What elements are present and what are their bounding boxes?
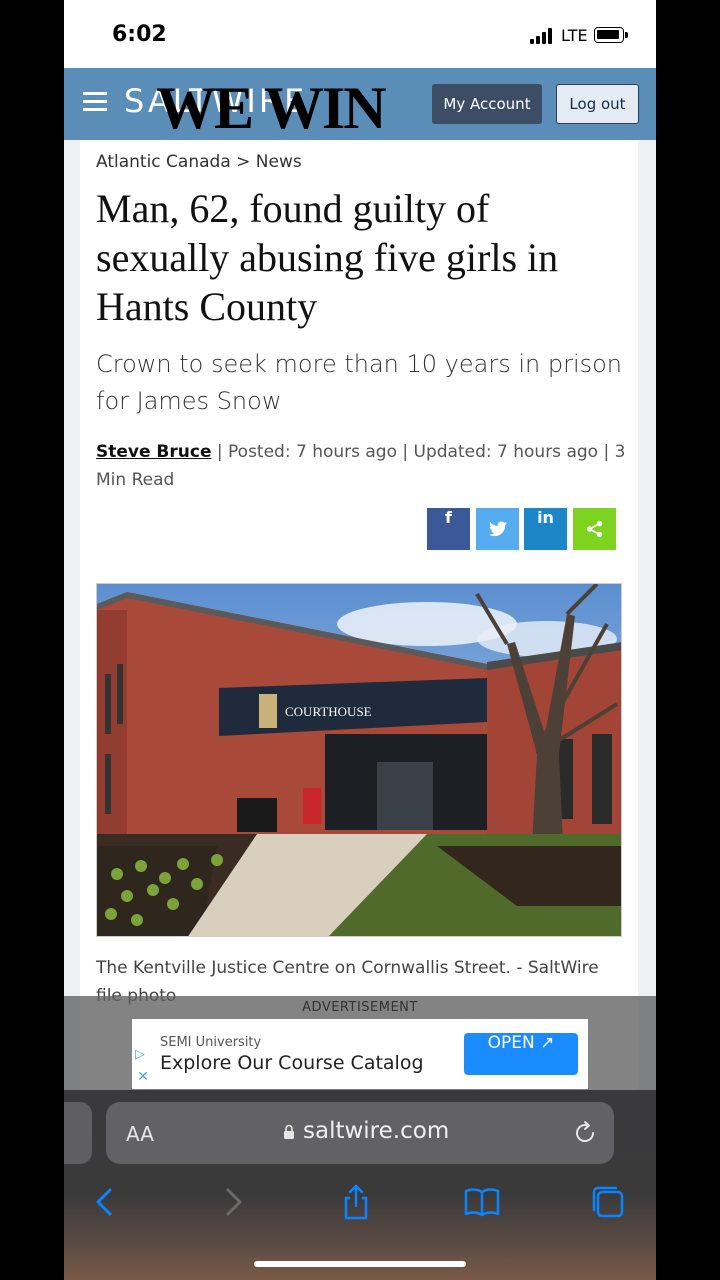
- article-photo[interactable]: COURTHOUSE: [96, 583, 622, 937]
- bookmarks-icon[interactable]: [462, 1182, 502, 1222]
- home-indicator: [254, 1261, 466, 1267]
- facebook-share-button[interactable]: f: [427, 508, 470, 550]
- previous-tab-preview[interactable]: [64, 1102, 92, 1164]
- article-card: Atlantic Canada > News Man, 62, found gu…: [80, 140, 638, 1140]
- ad-sponsor: SEMI University: [160, 1035, 262, 1050]
- status-time: 6:02: [112, 22, 167, 47]
- share-buttons: f in: [427, 508, 617, 550]
- article-headline: Man, 62, found guilty of sexually abusin…: [96, 186, 559, 329]
- ad-open-button[interactable]: OPEN ↗: [464, 1033, 578, 1075]
- author-link[interactable]: Steve Bruce: [96, 442, 211, 462]
- address-bar[interactable]: AA saltwire.com: [106, 1102, 614, 1164]
- twitter-icon: [488, 521, 507, 537]
- overlay-caption: WE WIN: [156, 75, 387, 141]
- lock-icon: [284, 1124, 294, 1139]
- tabs-icon[interactable]: [588, 1182, 628, 1222]
- signal-icon: [530, 28, 552, 44]
- linkedin-icon: in: [537, 508, 554, 527]
- courthouse-photo: COURTHOUSE: [97, 584, 621, 936]
- logout-button[interactable]: Log out: [556, 84, 639, 124]
- breadcrumb[interactable]: Atlantic Canada > News: [96, 152, 302, 172]
- forward-icon[interactable]: [212, 1182, 252, 1222]
- byline: Steve Bruce | Posted: 7 hours ago | Upda…: [96, 438, 626, 494]
- share-more-button[interactable]: [573, 508, 616, 550]
- adchoices-icon[interactable]: ▷: [135, 1047, 151, 1063]
- network-label: LTE: [561, 26, 588, 45]
- facebook-icon: f: [445, 508, 452, 527]
- svg-text:COURTHOUSE: COURTHOUSE: [285, 704, 372, 719]
- battery-icon: [594, 27, 628, 43]
- ad-banner[interactable]: ▷ ✕ SEMI University Explore Our Course C…: [132, 1019, 588, 1089]
- phone-screen: 6:02 LTE SALTWIRE My Account Log out WE …: [64, 0, 656, 1280]
- menu-icon[interactable]: [83, 92, 107, 112]
- twitter-share-button[interactable]: [476, 508, 519, 550]
- status-bar: 6:02 LTE: [64, 0, 656, 68]
- ad-label: ADVERTISEMENT: [302, 1000, 418, 1015]
- back-icon[interactable]: [86, 1182, 126, 1222]
- url-text[interactable]: saltwire.com: [303, 1118, 449, 1144]
- site-header: SALTWIRE My Account Log out WE WIN: [64, 68, 656, 140]
- share-icon[interactable]: [336, 1182, 376, 1222]
- browser-toolbar: AA saltwire.com: [64, 1090, 656, 1280]
- reader-options-button[interactable]: AA: [126, 1122, 154, 1146]
- ad-close-icon[interactable]: ✕: [135, 1069, 151, 1085]
- my-account-button[interactable]: My Account: [432, 84, 542, 124]
- linkedin-share-button[interactable]: in: [524, 508, 567, 550]
- article-subheadline: Crown to seek more than 10 years in pris…: [96, 350, 623, 415]
- share-nodes-icon: [586, 520, 602, 538]
- reload-icon[interactable]: [572, 1120, 598, 1146]
- ad-title[interactable]: Explore Our Course Catalog: [160, 1052, 424, 1074]
